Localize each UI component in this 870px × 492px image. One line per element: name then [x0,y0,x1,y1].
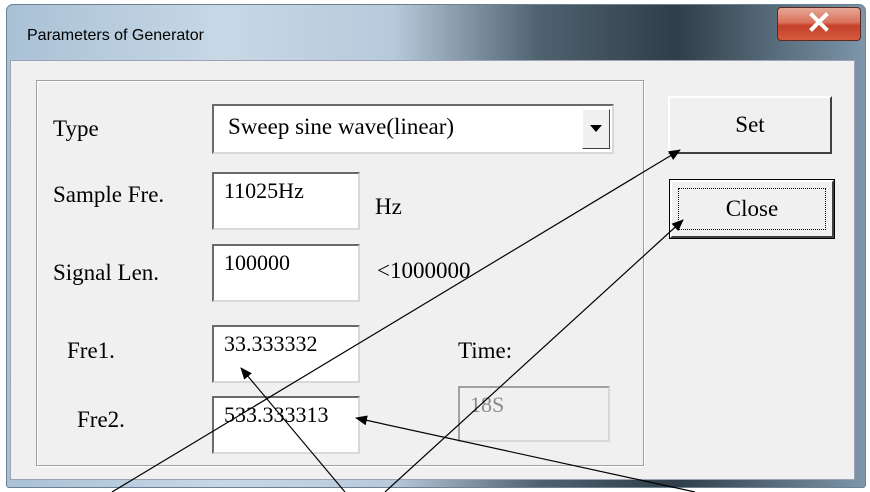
arrow-to-set-button [111,149,681,492]
arrow-to-fre2-field [355,415,696,492]
arrow-to-fre1-field [240,367,346,492]
annotation-arrows [111,149,696,492]
arrow-to-close-button [384,219,684,492]
